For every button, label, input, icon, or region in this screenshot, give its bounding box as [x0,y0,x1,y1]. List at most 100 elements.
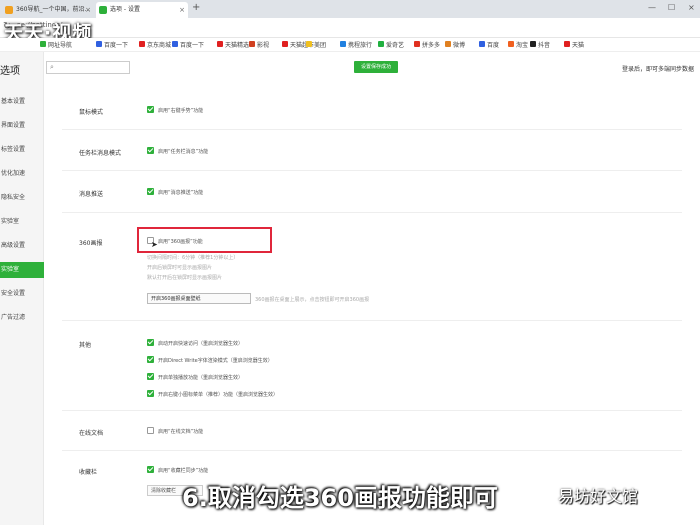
option-label[interactable]: 启用“消息推送”功能 [158,189,203,196]
bookmark-label: 美团 [314,42,327,49]
section-divider [62,410,682,411]
bookmark-item[interactable]: 微博 [445,40,465,49]
bookmark-item[interactable]: 网址导航 [40,40,72,49]
sidebar-item[interactable]: 界面设置 [0,118,44,134]
sidebar-item[interactable]: 标签设置 [0,142,44,158]
mouse-cursor-icon: ➤ [151,240,158,249]
option-label[interactable]: 启用“任务栏消息”功能 [158,148,208,155]
sidebar-item[interactable]: 基本设置 [0,94,44,110]
bookmark-item[interactable]: 百度 [479,40,499,49]
login-tip[interactable]: 登录后，即可多端同步数据 [622,64,694,73]
bookmark-item[interactable]: 百度一下 [96,40,128,49]
bookmark-favicon-icon [479,41,485,47]
option-label[interactable]: 开启Direct Write字体渲染模式（重启浏览器生效） [158,357,273,364]
bookmark-favicon-icon [40,41,46,47]
bookmark-favicon-icon [340,41,346,47]
option-checkbox[interactable] [147,106,154,113]
option-checkbox[interactable] [147,373,154,380]
tab-label: 选项 - 设置 [110,6,140,13]
option-label[interactable]: 启动开启快速访问（重启浏览器生效） [158,340,243,347]
bookmark-favicon-icon [564,41,570,47]
bookmark-favicon-icon [414,41,420,47]
section-divider [62,320,682,321]
search-icon: ⌕ [50,63,54,71]
maximize-icon[interactable]: ☐ [668,3,675,12]
minimize-icon[interactable]: — [648,3,656,12]
option-checkbox[interactable] [147,466,154,473]
bookmark-favicon-icon [139,41,145,47]
bookmark-favicon-icon [217,41,223,47]
pictorial-wallpaper-button[interactable]: 开启360画报桌面壁纸 [147,293,251,304]
bookmark-favicon-icon [530,41,536,47]
bookmark-favicon-icon [282,41,288,47]
browser-tab-active[interactable]: 选项 - 设置 × [96,2,188,18]
bookmark-label: 拼多多 [422,42,441,49]
bookmark-favicon-icon [508,41,514,47]
option-checkbox[interactable] [147,339,154,346]
bookmark-label: 天猫精选 [225,42,250,49]
bookmark-label: 京东商城 [147,42,172,49]
sidebar-item[interactable]: 安全设置 [0,286,44,302]
bookmark-label: 微博 [453,42,466,49]
close-window-icon[interactable]: × [688,3,695,12]
bookmark-item[interactable]: 天猫 [564,40,584,49]
option-checkbox[interactable] [147,427,154,434]
bookmark-item[interactable]: 影视 [249,40,269,49]
bookmark-item[interactable]: 天猫精选 [217,40,249,49]
bookmark-item[interactable]: 百度一下 [172,40,204,49]
bookmark-item[interactable]: 淘宝 [508,40,528,49]
bookmark-favicon-icon [445,41,451,47]
bookmark-label: 百度一下 [180,42,205,49]
section-label: 在线文档 [79,430,104,437]
sidebar-item[interactable]: 优化加速 [0,166,44,182]
section-divider [62,170,682,171]
bookmark-label: 淘宝 [516,42,529,49]
pictorial-hint-text: 开启后锁屏时可显示画报图片 [147,265,213,271]
new-tab-button[interactable]: + [192,2,200,13]
option-label[interactable]: 启用“收藏栏同步”功能 [158,467,208,474]
option-checkbox[interactable] [147,147,154,154]
bookmark-favicon-icon [378,41,384,47]
bookmark-item[interactable]: 京东商城 [139,40,171,49]
bookmark-label: 爱奇艺 [386,42,405,49]
bookmark-favicon-icon [96,41,102,47]
video-caption: 6.取消勾选360画报功能即可 [182,484,498,512]
browser-tab[interactable]: 360导航_一个中国，前沿... × [2,2,94,18]
section-divider [62,450,682,451]
sidebar-item[interactable]: 实验室 [0,214,44,230]
option-checkbox[interactable] [147,188,154,195]
bookmarks-bar: 网址导航 百度一下 京东商城 百度一下 天猫精选 影视 天猫超市 美团 携程旅行 爱奇艺 拼多多 微博… [0,38,700,52]
bookmark-label: 携程旅行 [348,42,373,49]
tab-label: 360导航_一个中国，前沿... [16,6,91,13]
settings-saved-button[interactable]: 设置保存成功 [354,61,398,73]
bookmark-item[interactable]: 拼多多 [414,40,440,49]
bookmark-label: 网址导航 [48,42,73,49]
section-label: 消息推送 [79,191,104,198]
bookmark-item[interactable]: 美团 [306,40,326,49]
section-label: 其他 [79,342,92,349]
sidebar-item[interactable]: 隐私安全 [0,190,44,206]
close-icon[interactable]: × [179,2,185,18]
bookmark-item[interactable]: 抖音 [530,40,550,49]
option-checkbox[interactable] [147,390,154,397]
bookmark-favicon-icon [306,41,312,47]
section-label: 任务栏消息模式 [79,150,122,157]
option-label[interactable]: 启用“在线文档”功能 [158,428,203,435]
option-label[interactable]: 开启单独播放功能（重启浏览器生效） [158,374,243,381]
option-checkbox[interactable] [147,356,154,363]
section-divider [62,212,682,213]
bookmark-favicon-icon [249,41,255,47]
close-icon[interactable]: × [85,2,91,18]
watermark-bottom-right: 易坊好文馆 [558,487,639,506]
bookmark-label: 抖音 [538,42,551,49]
search-input[interactable]: ⌕ [46,61,130,74]
pictorial-button-note: 360画报在桌面上展示，点击按钮即可开启360画报 [255,297,370,303]
sidebar-item[interactable]: 高级设置 [0,238,44,254]
sidebar-item[interactable]: 实验室 [0,262,44,278]
bookmark-item[interactable]: 爱奇艺 [378,40,404,49]
pictorial-hint-text: 默认打开后在锁屏时显示画报图片 [147,275,223,281]
sidebar-item[interactable]: 广告过滤 [0,310,44,326]
option-label[interactable]: 开启右键小图标菜单（推荐）功能（重启浏览器生效） [158,391,278,398]
bookmark-item[interactable]: 携程旅行 [340,40,372,49]
option-label[interactable]: 启用“右键手势”功能 [158,107,203,114]
